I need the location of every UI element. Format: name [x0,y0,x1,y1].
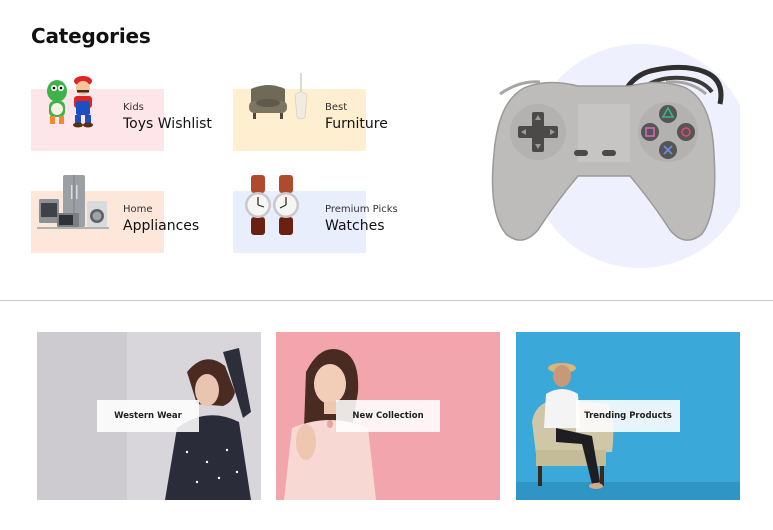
promo-card-new-collection[interactable]: New Collection [276,332,500,500]
home-appliances-icon [37,175,109,229]
category-name[interactable]: Furniture [325,116,388,132]
game-controller-icon [491,44,740,268]
armchair-lamp-icon [249,73,308,120]
promo-label[interactable]: Trending Products [576,400,680,432]
promo-card-western-wear[interactable]: Western Wear [37,332,261,500]
promo-label[interactable]: New Collection [336,400,440,432]
category-name[interactable]: Watches [325,218,385,234]
mario-toys-icon [47,76,93,128]
category-subtitle: Best [325,102,348,113]
promo-card-trending-products[interactable]: Trending Products [516,332,740,500]
category-name[interactable]: Appliances [123,218,199,234]
section-divider [0,300,773,301]
category-name[interactable]: Toys Wishlist [123,116,212,132]
category-card-toys[interactable]: Kids Toys Wishlist [31,76,221,151]
category-card-watches[interactable]: Premium Picks Watches [233,175,423,253]
promo-label[interactable]: Western Wear [97,400,199,432]
category-card-furniture[interactable]: Best Furniture [233,73,423,151]
category-subtitle: Home [123,204,153,215]
category-card-appliances[interactable]: Home Appliances [31,175,221,253]
wristwatches-icon [245,175,299,235]
category-subtitle: Kids [123,102,144,113]
categories-heading: Categories [31,24,151,48]
category-subtitle: Premium Picks [325,204,398,215]
